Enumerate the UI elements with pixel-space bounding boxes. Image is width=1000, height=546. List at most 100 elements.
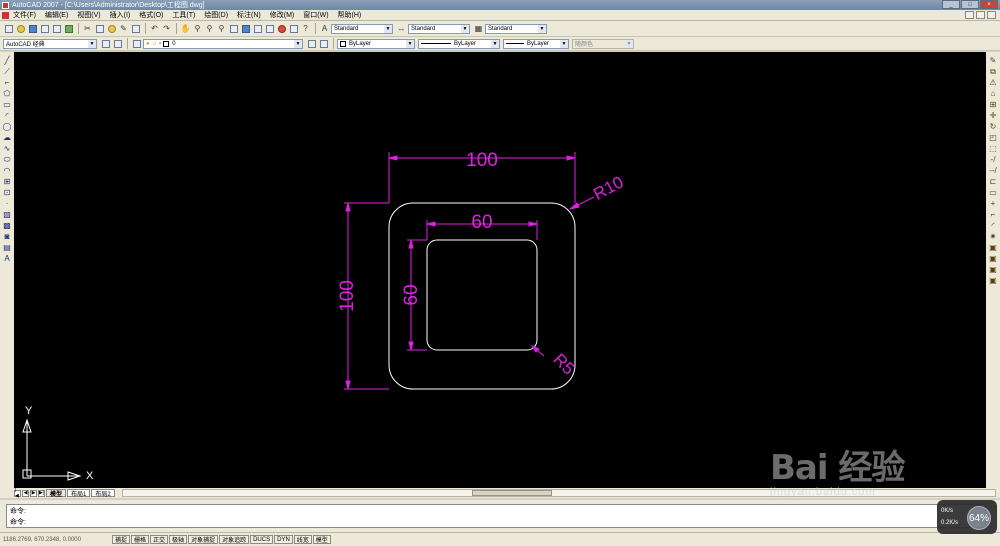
linetype-select[interactable]: ByLayer ▼ <box>418 38 500 49</box>
undo-icon[interactable]: ↶ <box>149 23 160 34</box>
first-tab-button[interactable]: |◀ <box>14 487 21 499</box>
dyn-toggle[interactable]: DYN <box>274 535 293 544</box>
offset-icon[interactable]: ⌂ <box>988 89 998 99</box>
tab-model[interactable]: 模型 <box>46 489 67 498</box>
polyline-icon[interactable]: ⌐ <box>2 78 12 88</box>
minimize-button[interactable]: _ <box>942 0 960 9</box>
fillet-icon[interactable]: ◜ <box>988 221 998 231</box>
insert-block-icon[interactable]: ⊞ <box>2 177 12 187</box>
scale-icon[interactable]: ◰ <box>988 133 998 143</box>
copy-object-icon[interactable]: ⧉ <box>988 67 998 77</box>
tab-layout2[interactable]: 布局2 <box>91 489 115 498</box>
ducs-toggle[interactable]: DUCS <box>250 535 274 544</box>
array-icon[interactable]: ⊞ <box>988 100 998 110</box>
zoom-window-icon[interactable]: ⚲ <box>204 23 215 34</box>
menu-window[interactable]: 窗口(W) <box>303 10 328 20</box>
lineweight-select[interactable]: ByLayer ▼ <box>503 38 569 49</box>
construction-line-icon[interactable]: ⟋ <box>2 67 12 77</box>
menu-draw[interactable]: 绘图(D) <box>204 10 228 20</box>
table-style-select[interactable]: Standard ▼ <box>485 23 547 34</box>
match-properties-icon[interactable]: ✎ <box>118 23 129 34</box>
publish-icon[interactable] <box>63 23 74 34</box>
explode-icon[interactable]: ✷ <box>988 232 998 242</box>
break-icon[interactable]: ▭ <box>988 188 998 198</box>
menu-view[interactable]: 视图(V) <box>77 10 100 20</box>
menu-modify[interactable]: 修改(M) <box>270 10 295 20</box>
menu-insert[interactable]: 插入(I) <box>110 10 131 20</box>
autocad-app-icon[interactable] <box>2 1 9 9</box>
color-select[interactable]: ByLayer ▼ <box>337 38 415 49</box>
last-tab-button[interactable]: ▶| <box>38 489 45 497</box>
osnap-toggle[interactable]: 对象捕捉 <box>188 535 219 544</box>
dim-style-icon[interactable]: ↔ <box>396 23 407 34</box>
help-icon[interactable]: ? <box>300 23 311 34</box>
horizontal-scrollbar[interactable] <box>121 489 996 497</box>
make-current-layer-icon[interactable] <box>306 38 317 49</box>
scrollbar-thumb[interactable] <box>471 490 552 496</box>
doc-close-button[interactable] <box>987 11 996 19</box>
move-icon[interactable]: ✛ <box>988 111 998 121</box>
make-block-icon[interactable]: ⊡ <box>2 188 12 198</box>
new-file-icon[interactable] <box>3 23 14 34</box>
rotate-icon[interactable]: ↻ <box>988 122 998 132</box>
text-style-icon[interactable]: A <box>319 23 330 34</box>
trim-icon[interactable]: -/ <box>988 155 998 165</box>
zoom-previous-icon[interactable]: ⚲ <box>216 23 227 34</box>
zoom-realtime-icon[interactable]: ⚲ <box>192 23 203 34</box>
point-icon[interactable]: · <box>2 199 12 209</box>
layer-manager-icon[interactable] <box>131 38 142 49</box>
dim-style-select[interactable]: Standard ▼ <box>408 23 470 34</box>
sheet-set-icon[interactable] <box>264 23 275 34</box>
inner-rounded-square[interactable] <box>426 239 538 351</box>
arc-icon[interactable]: ◜ <box>2 111 12 121</box>
doc-minimize-button[interactable] <box>965 11 974 19</box>
region-icon[interactable]: ◙ <box>2 232 12 242</box>
redo-icon[interactable]: ↷ <box>161 23 172 34</box>
layer-select[interactable]: ● ☼ ▫ 0 ▼ <box>143 38 303 49</box>
mirror-icon[interactable]: ⚠ <box>988 78 998 88</box>
menu-help[interactable]: 帮助(H) <box>338 10 362 20</box>
prev-tab-button[interactable]: ◀ <box>22 489 29 497</box>
grid-toggle[interactable]: 栅格 <box>131 535 150 544</box>
otrack-toggle[interactable]: 对象追踪 <box>219 535 250 544</box>
open-file-icon[interactable] <box>15 23 26 34</box>
send-back-icon[interactable]: ▣ <box>988 265 998 275</box>
lineweight-toggle[interactable]: 线宽 <box>293 535 312 544</box>
text-front-icon[interactable]: ▣ <box>988 276 998 286</box>
circle-icon[interactable]: ◯ <box>2 122 12 132</box>
polar-toggle[interactable]: 极轴 <box>169 535 188 544</box>
next-tab-button[interactable]: ▶ <box>30 489 37 497</box>
break-at-point-icon[interactable]: ⊏ <box>988 177 998 187</box>
revision-cloud-icon[interactable]: ☁ <box>2 133 12 143</box>
document-icon[interactable] <box>2 11 9 19</box>
draw-order-icon[interactable]: ▣ <box>988 243 998 253</box>
workspace-select[interactable]: AutoCAD 经典 ▼ <box>3 38 97 49</box>
paste-icon[interactable] <box>106 23 117 34</box>
join-icon[interactable]: + <box>988 199 998 209</box>
drawing-canvas[interactable]: 100 60 100 60 R10 R5 Y X <box>14 52 986 488</box>
command-history[interactable]: 命令: 命令: <box>6 504 986 528</box>
text-style-select[interactable]: Standard ▼ <box>331 23 393 34</box>
tool-palettes-icon[interactable] <box>252 23 263 34</box>
menu-edit[interactable]: 编辑(E) <box>45 10 68 20</box>
line-icon[interactable]: ╱ <box>2 56 12 66</box>
table-icon[interactable]: ▤ <box>2 243 12 253</box>
extend-icon[interactable]: --/ <box>988 166 998 176</box>
workspace-save-icon[interactable] <box>112 38 123 49</box>
erase-icon[interactable]: ✎ <box>988 56 998 66</box>
menu-format[interactable]: 格式(O) <box>139 10 163 20</box>
network-speed-widget[interactable]: 0K/s 0.2K/s 64% <box>937 500 997 534</box>
copy-icon[interactable] <box>94 23 105 34</box>
properties-icon[interactable] <box>228 23 239 34</box>
menu-dimension[interactable]: 标注(N) <box>237 10 261 20</box>
hatch-icon[interactable]: ▨ <box>2 210 12 220</box>
save-icon[interactable] <box>27 23 38 34</box>
quick-calc-icon[interactable] <box>288 23 299 34</box>
rectangle-icon[interactable]: ▭ <box>2 100 12 110</box>
cut-icon[interactable]: ✂ <box>82 23 93 34</box>
spline-icon[interactable]: ∿ <box>2 144 12 154</box>
polygon-icon[interactable]: ⬠ <box>2 89 12 99</box>
command-prompt[interactable]: 命令: <box>7 516 985 527</box>
ortho-toggle[interactable]: 正交 <box>150 535 169 544</box>
stretch-icon[interactable]: ⬚ <box>988 144 998 154</box>
